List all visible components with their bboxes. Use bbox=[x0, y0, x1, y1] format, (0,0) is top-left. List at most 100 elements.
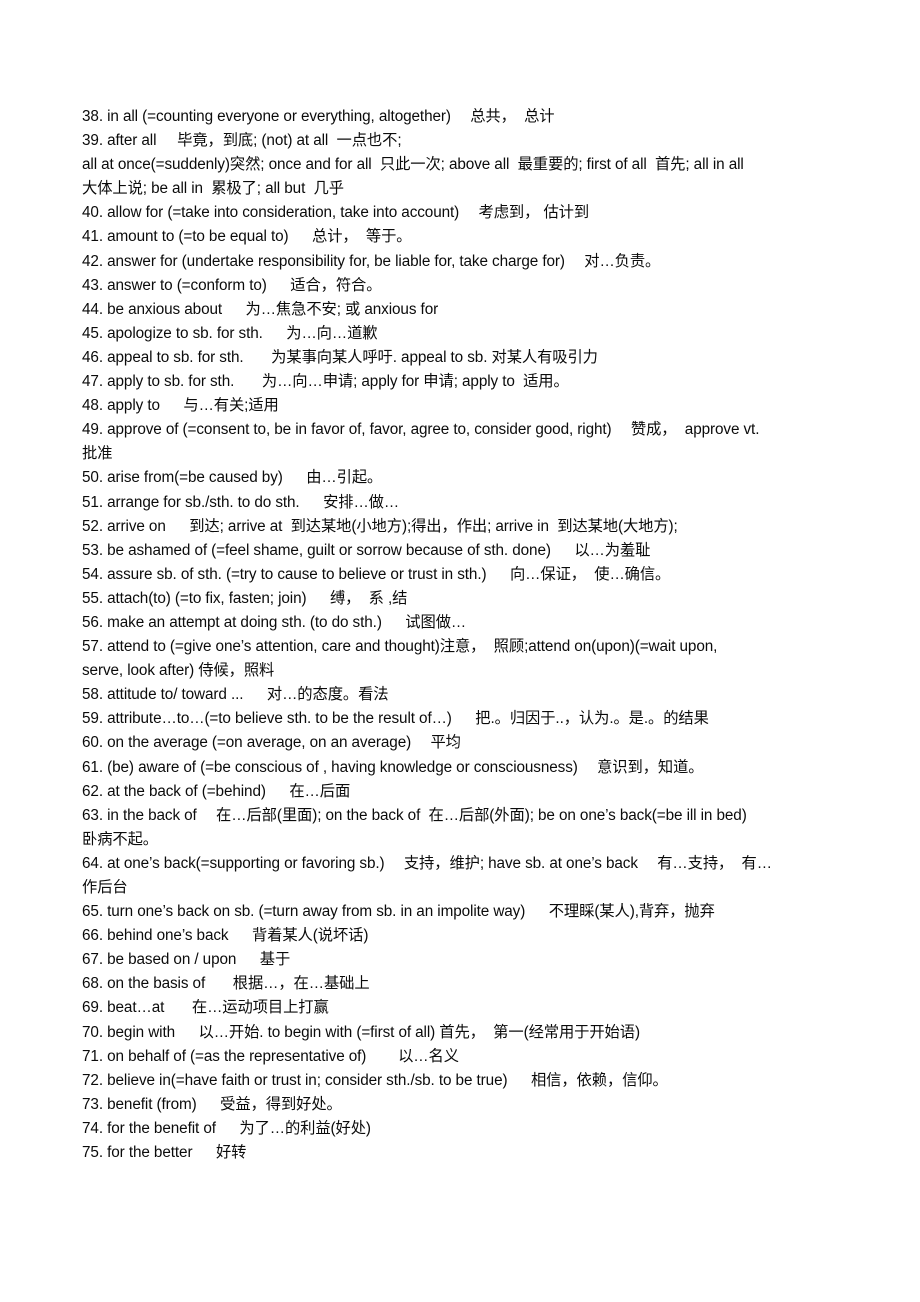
phrase-entry: 68. on the basis of 根据…，在…基础上 bbox=[82, 972, 850, 996]
entry-number: 40. bbox=[82, 204, 103, 222]
phrase-entry-continuation: 作后台 bbox=[82, 876, 850, 900]
entry-text: (be) aware of (=be conscious of , having… bbox=[102, 758, 704, 776]
entry-number: 48. bbox=[82, 397, 103, 415]
entry-number: 60. bbox=[82, 734, 103, 752]
entry-text: be ashamed of (=feel shame, guilt or sor… bbox=[102, 541, 651, 559]
phrase-entry: 69. beat…at 在…运动项目上打赢 bbox=[82, 996, 850, 1020]
entry-text: on behalf of (=as the representative of)… bbox=[102, 1047, 459, 1065]
phrase-entry: 70. begin with 以…开始. to begin with (=fir… bbox=[82, 1021, 850, 1045]
phrase-entry-continuation: 大体上说; be all in 累极了; all but 几乎 bbox=[82, 177, 850, 201]
entry-text: at the back of (=behind) 在…后面 bbox=[102, 782, 351, 800]
phrase-entry: 63. in the back of 在…后部(里面); on the back… bbox=[82, 804, 850, 828]
phrase-entry-continuation: all at once(=suddenly)突然; once and for a… bbox=[82, 153, 850, 177]
phrase-entry: 53. be ashamed of (=feel shame, guilt or… bbox=[82, 539, 850, 563]
entry-number: 61. bbox=[82, 758, 103, 776]
entry-number: 71. bbox=[82, 1047, 103, 1065]
entry-text: on the basis of 根据…，在…基础上 bbox=[102, 975, 370, 993]
phrase-entry: 55. attach(to) (=to fix, fasten; join) 缚… bbox=[82, 587, 850, 611]
phrase-entry: 43. answer to (=conform to) 适合，符合。 bbox=[82, 274, 850, 298]
entry-text: attend to (=give one’s attention, care a… bbox=[102, 638, 718, 656]
phrase-entry: 72. believe in(=have faith or trust in; … bbox=[82, 1069, 850, 1093]
entry-number: 73. bbox=[82, 1095, 103, 1113]
entry-text: beat…at 在…运动项目上打赢 bbox=[102, 999, 329, 1017]
phrase-entry: 41. amount to (=to be equal to) 总计， 等于。 bbox=[82, 225, 850, 249]
entry-number: 72. bbox=[82, 1071, 103, 1089]
entry-number: 63. bbox=[82, 806, 103, 824]
entry-number: 74. bbox=[82, 1119, 103, 1137]
entry-number: 75. bbox=[82, 1144, 103, 1162]
entry-text: amount to (=to be equal to) 总计， 等于。 bbox=[102, 228, 412, 246]
entry-text: appeal to sb. for sth. 为某事向某人呼吁. appeal … bbox=[102, 348, 598, 366]
entry-number: 42. bbox=[82, 252, 103, 270]
entry-number: 62. bbox=[82, 782, 103, 800]
entry-number: 64. bbox=[82, 854, 103, 872]
entry-text: answer for (undertake responsibility for… bbox=[102, 252, 661, 270]
phrase-entry: 73. benefit (from) 受益，得到好处。 bbox=[82, 1093, 850, 1117]
entry-text: attitude to/ toward ... 对…的态度。看法 bbox=[102, 686, 389, 704]
entry-text: be anxious about 为…焦急不安; 或 anxious for bbox=[102, 300, 439, 318]
entry-text: apologize to sb. for sth. 为…向…道歉 bbox=[102, 324, 378, 342]
entry-text: approve of (=consent to, be in favor of,… bbox=[102, 421, 760, 439]
entry-number: 69. bbox=[82, 999, 103, 1017]
entry-number: 39. bbox=[82, 132, 103, 150]
phrase-entry-list: 38. in all (=counting everyone or everyt… bbox=[82, 105, 850, 1165]
entry-text: 卧病不起。 bbox=[82, 830, 158, 848]
phrase-entry-continuation: serve, look after) 侍候，照料 bbox=[82, 659, 850, 683]
entry-text: all at once(=suddenly)突然; once and for a… bbox=[82, 156, 744, 174]
entry-text: begin with 以…开始. to begin with (=first o… bbox=[102, 1023, 640, 1041]
phrase-entry: 48. apply to 与…有关;适用 bbox=[82, 394, 850, 418]
phrase-entry-continuation: 卧病不起。 bbox=[82, 828, 850, 852]
phrase-entry-continuation: 批准 bbox=[82, 442, 850, 466]
entry-text: 作后台 bbox=[82, 879, 128, 896]
entry-text: arrange for sb./sth. to do sth. 安排…做… bbox=[102, 493, 400, 511]
phrase-entry: 42. answer for (undertake responsibility… bbox=[82, 250, 850, 274]
entry-number: 50. bbox=[82, 469, 103, 487]
entry-number: 53. bbox=[82, 541, 103, 559]
phrase-entry: 46. appeal to sb. for sth. 为某事向某人呼吁. app… bbox=[82, 346, 850, 370]
entry-text: apply to sb. for sth. 为…向…申请; apply for … bbox=[102, 373, 569, 391]
phrase-entry: 66. behind one’s back 背着某人(说坏话) bbox=[82, 924, 850, 948]
entry-text: make an attempt at doing sth. (to do sth… bbox=[102, 613, 467, 631]
entry-number: 66. bbox=[82, 927, 103, 945]
entry-text: turn one’s back on sb. (=turn away from … bbox=[102, 903, 715, 921]
entry-number: 54. bbox=[82, 565, 103, 583]
phrase-entry: 49. approve of (=consent to, be in favor… bbox=[82, 418, 850, 442]
entry-text: for the benefit of 为了…的利益(好处) bbox=[102, 1119, 371, 1137]
phrase-entry: 61. (be) aware of (=be conscious of , ha… bbox=[82, 756, 850, 780]
entry-number: 47. bbox=[82, 373, 103, 391]
entry-number: 43. bbox=[82, 276, 103, 294]
entry-text: in all (=counting everyone or everything… bbox=[102, 108, 555, 125]
entry-number: 55. bbox=[82, 589, 103, 607]
entry-text: allow for (=take into consideration, tak… bbox=[102, 204, 590, 222]
phrase-entry: 50. arise from(=be caused by) 由…引起。 bbox=[82, 466, 850, 490]
entry-text: 大体上说; be all in 累极了; all but 几乎 bbox=[82, 180, 344, 198]
entry-text: behind one’s back 背着某人(说坏话) bbox=[102, 927, 369, 945]
entry-number: 70. bbox=[82, 1023, 103, 1041]
entry-text: after all 毕竟，到底; (not) at all 一点也不; bbox=[102, 132, 402, 150]
entry-number: 52. bbox=[82, 517, 103, 535]
entry-number: 56. bbox=[82, 613, 103, 631]
phrase-entry: 57. attend to (=give one’s attention, ca… bbox=[82, 635, 850, 659]
phrase-entry: 45. apologize to sb. for sth. 为…向…道歉 bbox=[82, 322, 850, 346]
entry-number: 41. bbox=[82, 228, 103, 246]
entry-number: 68. bbox=[82, 975, 103, 993]
entry-number: 46. bbox=[82, 348, 103, 366]
phrase-entry: 64. at one’s back(=supporting or favorin… bbox=[82, 852, 850, 876]
entry-text: attribute…to…(=to believe sth. to be the… bbox=[102, 710, 709, 728]
phrase-entry: 38. in all (=counting everyone or everyt… bbox=[82, 105, 850, 129]
entry-text: answer to (=conform to) 适合，符合。 bbox=[102, 276, 382, 294]
entry-number: 58. bbox=[82, 686, 103, 704]
entry-text: on the average (=on average, on an avera… bbox=[102, 734, 461, 752]
phrase-entry: 39. after all 毕竟，到底; (not) at all 一点也不; bbox=[82, 129, 850, 153]
entry-number: 67. bbox=[82, 951, 103, 969]
entry-text: 批准 bbox=[82, 445, 113, 463]
entry-number: 65. bbox=[82, 903, 103, 921]
entry-text: attach(to) (=to fix, fasten; join) 缚， 系 … bbox=[102, 589, 408, 607]
phrase-entry: 44. be anxious about 为…焦急不安; 或 anxious f… bbox=[82, 298, 850, 322]
entry-number: 49. bbox=[82, 421, 103, 439]
phrase-entry: 65. turn one’s back on sb. (=turn away f… bbox=[82, 900, 850, 924]
phrase-entry: 54. assure sb. of sth. (=try to cause to… bbox=[82, 563, 850, 587]
phrase-entry: 58. attitude to/ toward ... 对…的态度。看法 bbox=[82, 683, 850, 707]
phrase-entry: 56. make an attempt at doing sth. (to do… bbox=[82, 611, 850, 635]
phrase-entry: 71. on behalf of (=as the representative… bbox=[82, 1045, 850, 1069]
